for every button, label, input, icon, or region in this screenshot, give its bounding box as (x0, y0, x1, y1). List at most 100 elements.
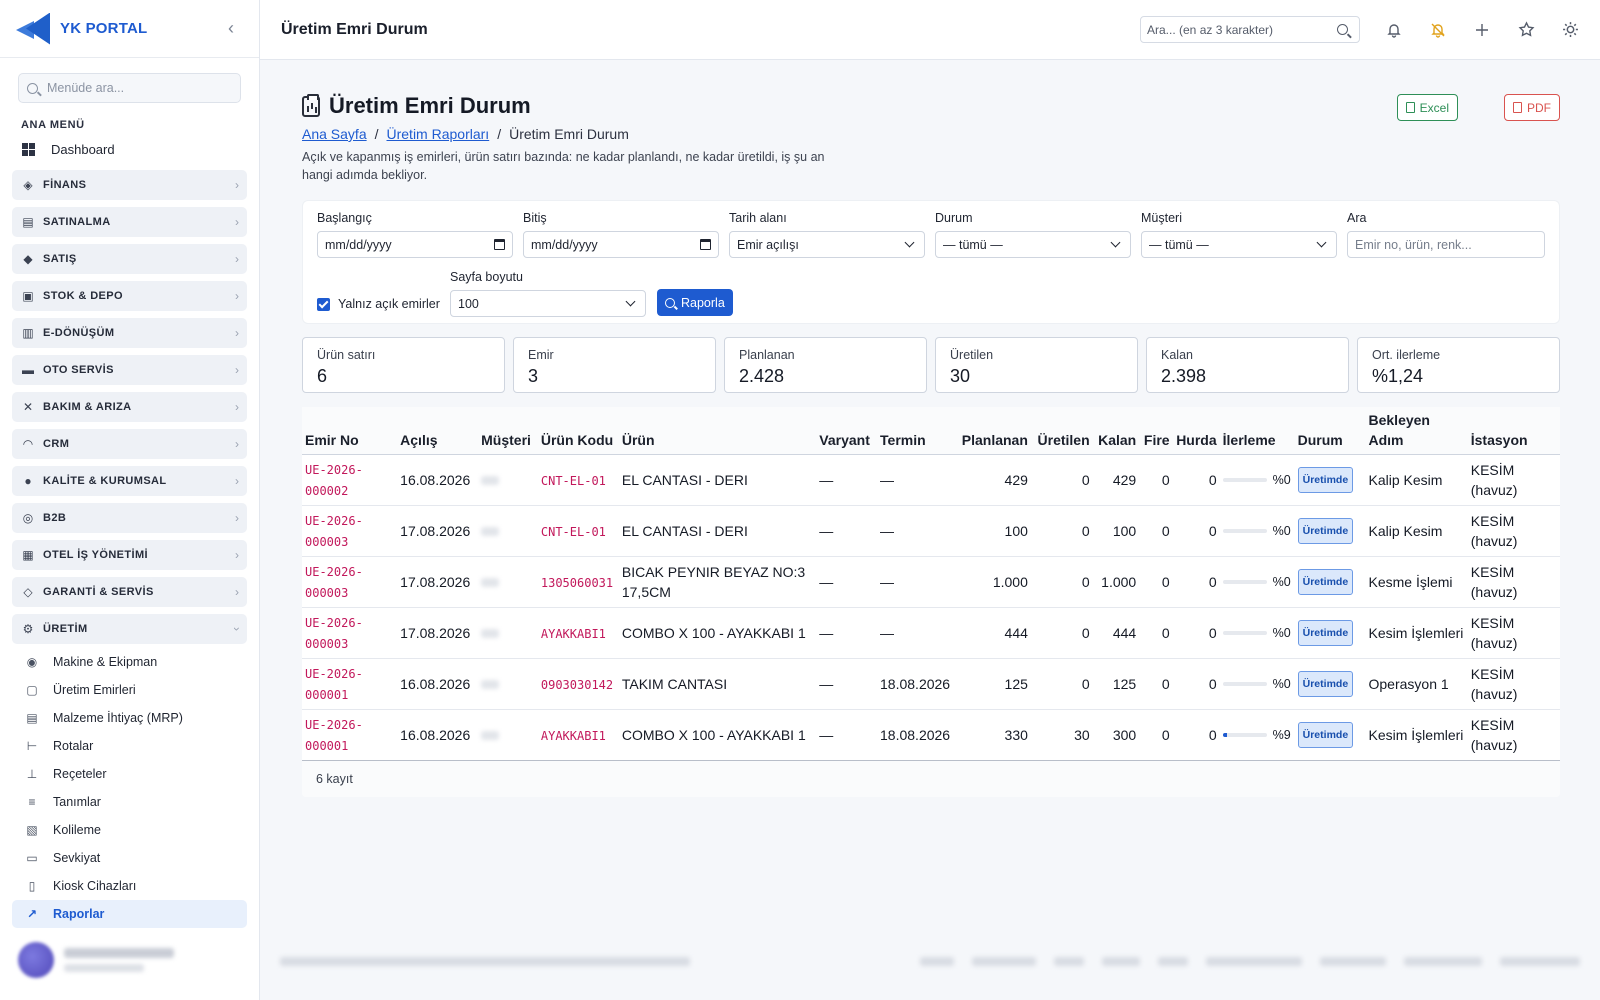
run-report-button[interactable]: Raporla (657, 289, 733, 316)
table-row[interactable]: UE-2026-000001 16.08.2026 AYAKKABI1 COMBO X… (302, 709, 1560, 761)
collapse-sidebar-button[interactable]: ‹ (219, 18, 243, 39)
calendar-icon[interactable] (494, 239, 505, 250)
bell-off-icon[interactable] (1428, 20, 1448, 40)
sidebar-subitem-0[interactable]: ◉ Makine & Ekipman (12, 648, 247, 676)
sidebar-group-3[interactable]: ▣ STOK & DEPO › (12, 281, 247, 311)
start-date-label: Başlangıç (317, 211, 372, 225)
sidebar-group-6[interactable]: ✕ BAKIM & ARIZA › (12, 392, 247, 422)
table-row[interactable]: UE-2026-000002 16.08.2026 CNT-EL-01 EL CANT… (302, 454, 1560, 506)
cell-status: Üretimde (1294, 607, 1366, 659)
menu-search-input[interactable] (47, 81, 232, 95)
sidebar-group-10[interactable]: ▦ OTEL İŞ YÖNETİMİ › (12, 540, 247, 570)
date-field-select[interactable]: Emir açılışı (729, 231, 925, 258)
column-header[interactable]: Fire (1139, 407, 1173, 455)
open-only-toggle[interactable]: Yalnız açık emirler (317, 297, 440, 311)
status-select[interactable]: — tümü — (935, 231, 1131, 258)
search-icon[interactable] (1337, 24, 1348, 35)
column-header[interactable]: Varyant (816, 407, 878, 455)
global-search[interactable] (1140, 16, 1360, 43)
summary-card-label: Planlanan (739, 348, 795, 362)
table-row[interactable]: UE-2026-000003 17.08.2026 1305060031 BICAK … (302, 556, 1560, 608)
sidebar-item-dashboard[interactable]: Dashboard (12, 135, 247, 163)
sidebar-group-8[interactable]: ● KALİTE & KURUMSAL › (12, 466, 247, 496)
column-header[interactable]: Üretilen (1030, 407, 1093, 455)
summary-card-value: 2.428 (739, 366, 785, 386)
sidebar-group-4[interactable]: ▥ E-DÖNÜŞÜM › (12, 318, 247, 348)
sidebar-group-12[interactable]: ⚙ ÜRETİM › (12, 614, 247, 644)
summary-card: Üretilen 30 (935, 337, 1138, 393)
column-header[interactable]: Müşteri (478, 407, 538, 455)
table-row[interactable]: UE-2026-000001 16.08.2026 0903030142 TAKIM … (302, 658, 1560, 710)
order-number-link[interactable]: UE-2026-000002 (305, 463, 363, 498)
export-excel-button[interactable]: Excel (1396, 94, 1458, 121)
order-number-link[interactable]: UE-2026-000003 (305, 514, 363, 549)
report-search-input[interactable]: Emir no, ürün, renk... (1347, 231, 1545, 258)
global-search-input[interactable] (1147, 22, 1337, 37)
sidebar-subitem-5[interactable]: ≡ Tanımlar (12, 788, 247, 816)
order-number-link[interactable]: UE-2026-000003 (305, 616, 363, 651)
customer-blurred (481, 578, 500, 587)
column-header[interactable]: Kalan (1092, 407, 1140, 455)
menu-search[interactable] (18, 73, 241, 103)
sidebar-subitem-label: Raporlar (53, 907, 105, 921)
sidebar-group-9[interactable]: ◎ B2B › (12, 503, 247, 533)
column-header[interactable]: Planlanan (956, 407, 1031, 455)
column-header[interactable]: Açılış (397, 407, 479, 455)
breadcrumb-home[interactable]: Ana Sayfa (302, 126, 367, 142)
plus-icon[interactable] (1472, 20, 1492, 40)
start-date-input[interactable]: mm/dd/yyyy (317, 231, 513, 258)
order-number-link[interactable]: UE-2026-000001 (305, 667, 363, 702)
star-icon[interactable] (1516, 20, 1536, 40)
sidebar-subitem-3[interactable]: ⊢ Rotalar (12, 732, 247, 760)
sidebar-group-5[interactable]: ▬ OTO SERVİS › (12, 355, 247, 385)
main-content: Üretim Emri Durum Ana Sayfa / Üretim Rapor… (302, 60, 1560, 797)
sidebar-group-11[interactable]: ◇ GARANTİ & SERVİS › (12, 577, 247, 607)
column-header[interactable]: Ürün (618, 407, 817, 455)
sidebar-subitem-9[interactable]: ↗ Raporlar (12, 900, 247, 928)
order-number-link[interactable]: UE-2026-000001 (305, 718, 363, 753)
sidebar-subitem-4[interactable]: ⊥ Reçeteler (12, 760, 247, 788)
export-pdf-button[interactable]: PDF (1504, 94, 1560, 121)
cell-customer (478, 709, 538, 761)
calendar-icon[interactable] (700, 239, 711, 250)
sidebar-subitem-7[interactable]: ▭ Sevkiyat (12, 844, 247, 872)
bell-icon[interactable] (1384, 20, 1404, 40)
avatar[interactable] (18, 942, 54, 978)
brand-logo[interactable] (16, 12, 50, 45)
sidebar-subitem-1[interactable]: ▢ Üretim Emirleri (12, 676, 247, 704)
sidebar-subitem-label: Reçeteler (53, 767, 107, 781)
sidebar-subitem-8[interactable]: ▯ Kiosk Cihazları (12, 872, 247, 900)
breadcrumb-production-reports[interactable]: Üretim Raporları (387, 126, 490, 142)
end-date-input[interactable]: mm/dd/yyyy (523, 231, 719, 258)
column-header[interactable]: Bekleyen Adım (1365, 407, 1468, 455)
brand-name[interactable]: YK PORTAL (60, 20, 147, 37)
cell-istasyon: KESİM (havuz) (1467, 607, 1560, 659)
column-header[interactable]: Emir No (302, 407, 398, 455)
breadcrumb-separator: / (497, 126, 502, 142)
customer-select[interactable]: — tümü — (1141, 231, 1337, 258)
sidebar-group-label: BAKIM & ARIZA (43, 401, 132, 413)
column-header[interactable]: Durum (1294, 407, 1366, 455)
cell-status: Üretimde (1294, 556, 1366, 608)
sidebar-subitem-6[interactable]: ▧ Kolileme (12, 816, 247, 844)
sun-icon[interactable] (1560, 20, 1580, 40)
table-row[interactable]: UE-2026-000003 17.08.2026 AYAKKABI1 COMBO X… (302, 607, 1560, 659)
sidebar-group-2[interactable]: ◆ SATIŞ › (12, 244, 247, 274)
sidebar-group-7[interactable]: ◠ CRM › (12, 429, 247, 459)
page-header: Üretim Emri Durum Ana Sayfa / Üretim Rapor… (302, 60, 1560, 192)
cell-order-no: UE-2026-000001 (302, 658, 398, 710)
sidebar-group-1[interactable]: ▤ SATINALMA › (12, 207, 247, 237)
sidebar-group-0[interactable]: ◈ FİNANS › (12, 170, 247, 200)
page-size-select[interactable]: 100 (450, 290, 646, 317)
user-profile[interactable] (12, 938, 248, 982)
table-row[interactable]: UE-2026-000003 17.08.2026 CNT-EL-01 EL CANT… (302, 505, 1560, 557)
column-header[interactable]: İstasyon (1467, 407, 1560, 455)
sidebar-subitem-2[interactable]: ▤ Malzeme İhtiyaç (MRP) (12, 704, 247, 732)
column-header[interactable]: İlerleme (1219, 407, 1295, 455)
column-header[interactable]: Ürün Kodu (537, 407, 619, 455)
column-header[interactable]: Hurda (1172, 407, 1220, 455)
open-only-checkbox[interactable] (317, 297, 330, 311)
cell-order-no: UE-2026-000002 (302, 454, 398, 506)
column-header[interactable]: Termin (877, 407, 957, 455)
order-number-link[interactable]: UE-2026-000003 (305, 565, 363, 600)
